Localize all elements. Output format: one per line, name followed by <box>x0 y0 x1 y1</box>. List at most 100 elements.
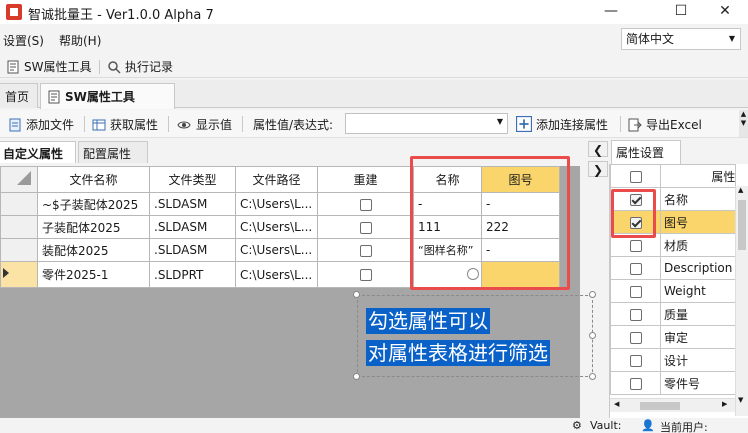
scroll-up-icon[interactable]: ▲ <box>738 186 743 194</box>
property-check-cell[interactable] <box>610 325 661 349</box>
property-list-item[interactable]: 审定 <box>610 325 737 349</box>
column-header-file-type[interactable]: 文件类型 <box>149 166 236 193</box>
select-all-cell[interactable] <box>610 164 661 188</box>
tab-home[interactable]: 首页 <box>0 83 38 108</box>
add-link-property-button[interactable]: 添加连接属性 <box>516 116 608 133</box>
show-value-button[interactable]: 显示值 <box>176 116 232 133</box>
horizontal-scrollbar[interactable]: ◀ ▶ <box>610 398 735 412</box>
cell-file-path[interactable]: C:\Users\L... <box>235 261 318 288</box>
tab-property-settings[interactable]: 属性设置 <box>611 140 681 164</box>
column-header-property[interactable]: 属性 <box>659 164 737 188</box>
cell-file-type[interactable]: .SLDPRT <box>149 261 236 288</box>
cell-file-name[interactable]: 子装配体2025 <box>37 215 150 239</box>
corner-cell[interactable] <box>0 166 38 193</box>
property-list-item[interactable]: 设计 <box>610 348 737 372</box>
property-label: 质量 <box>659 302 737 326</box>
export-icon <box>628 118 642 132</box>
scroll-thumb[interactable] <box>640 402 680 410</box>
highlight-checked-properties <box>611 189 656 238</box>
property-checkbox[interactable] <box>629 285 642 298</box>
select-all-checkbox[interactable] <box>629 170 642 183</box>
annotation-box[interactable]: 勾选属性可以 对属性表格进行筛选 <box>357 295 593 377</box>
language-select[interactable]: 简体中文 ▼ <box>621 28 741 50</box>
cell-file-path[interactable]: C:\Users\L... <box>235 215 318 239</box>
property-checkbox[interactable] <box>629 262 642 275</box>
get-properties-label: 获取属性 <box>110 118 159 132</box>
collapse-right-button[interactable]: ❯ <box>588 161 608 177</box>
cell-rebuild[interactable] <box>317 238 414 262</box>
select-all-icon <box>17 171 31 185</box>
rotate-handle[interactable] <box>467 268 479 280</box>
show-value-label: 显示值 <box>196 118 233 132</box>
rebuild-checkbox[interactable] <box>359 198 372 211</box>
property-checkbox[interactable] <box>629 377 642 390</box>
scroll-right-icon[interactable]: ▶ <box>722 400 727 408</box>
tab-custom-properties[interactable]: 自定义属性 <box>0 141 76 163</box>
export-excel-button[interactable]: 导出Excel <box>628 116 702 133</box>
toolbar-overflow-scroll[interactable]: ▲ ▼ <box>739 110 748 137</box>
collapse-left-button[interactable]: ❮ <box>588 141 608 157</box>
resize-handle[interactable] <box>353 291 360 298</box>
cell-file-name[interactable]: 零件2025-1 <box>37 261 150 288</box>
maximize-button[interactable]: ☐ <box>658 0 704 24</box>
language-value: 简体中文 <box>626 32 675 46</box>
chevron-down-icon: ▼ <box>728 34 735 43</box>
cell-file-type[interactable]: .SLDASM <box>149 192 236 216</box>
property-checkbox[interactable] <box>629 239 642 252</box>
property-list-item[interactable]: Description <box>610 256 737 280</box>
property-check-cell[interactable] <box>610 348 661 372</box>
cell-file-name[interactable]: ~$子装配体2025 <box>37 192 150 216</box>
tab-sw-tool[interactable]: SW属性工具 <box>40 83 175 109</box>
menu-settings[interactable]: 设置(S) <box>3 32 44 49</box>
property-list-item[interactable]: 零件号 <box>610 371 737 395</box>
tab-config-properties[interactable]: 配置属性 <box>78 141 148 163</box>
property-checkbox[interactable] <box>629 331 642 344</box>
rebuild-checkbox[interactable] <box>359 244 372 257</box>
resize-handle[interactable] <box>589 291 596 298</box>
cell-file-name[interactable]: 装配体2025 <box>37 238 150 262</box>
property-check-cell[interactable] <box>610 279 661 303</box>
menu-help[interactable]: 帮助(H) <box>59 32 101 49</box>
command-divider <box>242 116 243 132</box>
get-properties-button[interactable]: 获取属性 <box>92 116 158 133</box>
column-header-file-path[interactable]: 文件路径 <box>235 166 318 193</box>
row-header[interactable] <box>0 215 38 239</box>
row-header-current[interactable] <box>0 261 38 288</box>
property-list-item[interactable]: 质量 <box>610 302 737 326</box>
property-checkbox[interactable] <box>629 354 642 367</box>
rebuild-checkbox[interactable] <box>359 221 372 234</box>
cell-rebuild[interactable] <box>317 261 414 288</box>
resize-handle[interactable] <box>589 373 596 380</box>
resize-handle[interactable] <box>353 373 360 380</box>
row-header[interactable] <box>0 192 38 216</box>
property-check-cell[interactable] <box>610 371 661 395</box>
row-header[interactable] <box>0 238 38 262</box>
property-checkbox[interactable] <box>629 308 642 321</box>
property-list-item[interactable]: Weight <box>610 279 737 303</box>
expression-combobox[interactable]: ▼ <box>345 113 508 134</box>
column-header-rebuild[interactable]: 重建 <box>317 166 414 193</box>
scroll-thumb[interactable] <box>738 200 746 250</box>
property-check-cell[interactable] <box>610 256 661 280</box>
sw-tool-label: SW属性工具 <box>24 60 92 74</box>
cell-file-type[interactable]: .SLDASM <box>149 215 236 239</box>
column-header-file-name[interactable]: 文件名称 <box>37 166 150 193</box>
cell-file-path[interactable]: C:\Users\L... <box>235 238 318 262</box>
sw-tool-button[interactable]: SW属性工具 <box>6 58 91 75</box>
scroll-down-icon[interactable]: ▼ <box>738 396 743 404</box>
history-button[interactable]: 执行记录 <box>107 58 173 75</box>
vertical-scrollbar[interactable]: ▲ ▼ <box>735 186 748 416</box>
add-file-button[interactable]: 添加文件 <box>8 116 74 133</box>
command-divider <box>168 116 169 132</box>
rebuild-checkbox[interactable] <box>359 269 372 281</box>
resize-handle[interactable] <box>589 332 596 339</box>
cell-file-path[interactable]: C:\Users\L... <box>235 192 318 216</box>
minimize-button[interactable]: — <box>588 0 634 24</box>
cell-rebuild[interactable] <box>317 192 414 216</box>
cell-file-type[interactable]: .SLDASM <box>149 238 236 262</box>
cell-rebuild[interactable] <box>317 215 414 239</box>
eye-icon <box>177 121 191 129</box>
property-check-cell[interactable] <box>610 302 661 326</box>
close-button[interactable]: ✕ <box>702 0 748 24</box>
scroll-left-icon[interactable]: ◀ <box>614 400 619 408</box>
